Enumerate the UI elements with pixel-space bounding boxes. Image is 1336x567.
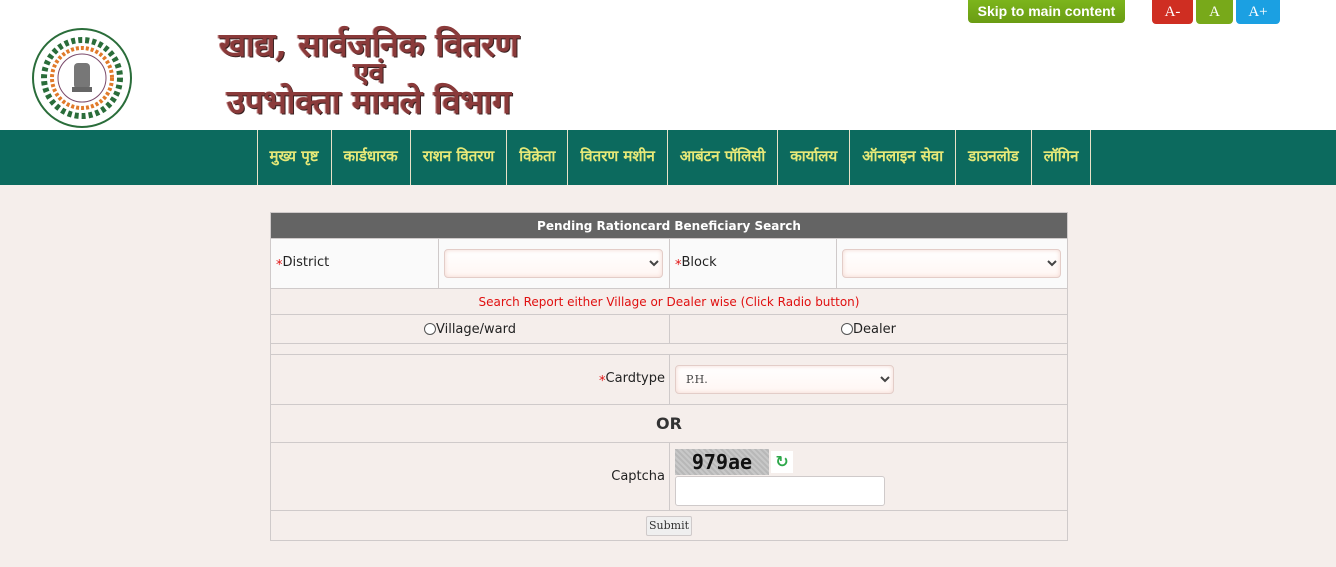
block-label-text: Block [681,254,717,270]
dealer-radio-label[interactable]: Dealer [853,322,896,337]
submit-cell: Submit [270,510,1068,541]
nav-item-dealer[interactable]: विक्रेता [507,130,569,185]
title-line-3: उपभोक्ता मामले विभाग [226,82,512,121]
font-decrease-button[interactable]: A- [1152,0,1193,24]
village-radio-label[interactable]: Village/ward [436,322,516,337]
dealer-radio[interactable] [841,322,854,335]
site-header: खाद्य, सार्वजनिक वितरण एवं उपभोक्ता मामल… [0,0,1336,130]
nav-item-login[interactable]: लॉगिन [1032,130,1092,185]
district-label-text: District [282,254,330,270]
cardtype-label-text: Cardtype [605,370,665,386]
nav-item-online-services[interactable]: ऑनलाइन सेवा [850,130,957,185]
captcha-cell: 979ae ↻ [669,442,1068,511]
department-title: खाद्य, सार्वजनिक वितरण एवं उपभोक्ता मामल… [188,28,550,118]
font-increase-button[interactable]: A+ [1236,0,1280,24]
nav-item-allocation-policy[interactable]: आबंटन पॉलिसी [668,130,779,185]
nav-item-distribution-machine[interactable]: वितरण मशीन [568,130,668,185]
submit-button[interactable]: Submit [645,515,693,536]
refresh-captcha-icon[interactable]: ↻ [771,450,793,473]
form-title: Pending Rationcard Beneficiary Search [270,212,1068,239]
block-cell [836,238,1068,289]
nav-item-download[interactable]: डाउनलोड [956,130,1032,185]
spacer-row [270,343,1068,355]
nav-item-office[interactable]: कार्यालय [778,130,851,185]
cardtype-select[interactable]: P.H. [675,365,894,394]
captcha-input[interactable] [675,475,885,506]
or-separator: OR [270,404,1068,443]
village-radio[interactable] [423,322,436,335]
cardtype-label: *Cardtype [270,354,670,405]
captcha-image: 979ae [675,448,769,475]
cardtype-cell: P.H. [669,354,1068,405]
nav-item-ration-distribution[interactable]: राशन वितरण [411,130,508,185]
district-cell [438,238,670,289]
block-label: *Block [669,238,837,289]
captcha-label: Captcha [270,442,670,511]
district-select[interactable] [444,249,663,278]
skip-to-main-content-button[interactable]: Skip to main content [968,0,1125,23]
block-select[interactable] [842,249,1061,278]
dealer-radio-cell[interactable]: Dealer [669,314,1068,344]
nav-item-cardholder[interactable]: कार्डधारक [332,130,411,185]
main-nav: मुख्य पृष्ट कार्डधारक राशन वितरण विक्रेत… [0,130,1336,185]
nav-item-home[interactable]: मुख्य पृष्ट [258,130,332,185]
beneficiary-search-form: Pending Rationcard Beneficiary Search *D… [270,212,1068,541]
font-normal-button[interactable]: A [1196,0,1233,24]
jharkhand-emblem-logo [32,28,132,128]
district-label: *District [270,238,439,289]
search-instruction: Search Report either Village or Dealer w… [270,288,1068,315]
village-radio-cell[interactable]: Village/ward [270,314,670,344]
